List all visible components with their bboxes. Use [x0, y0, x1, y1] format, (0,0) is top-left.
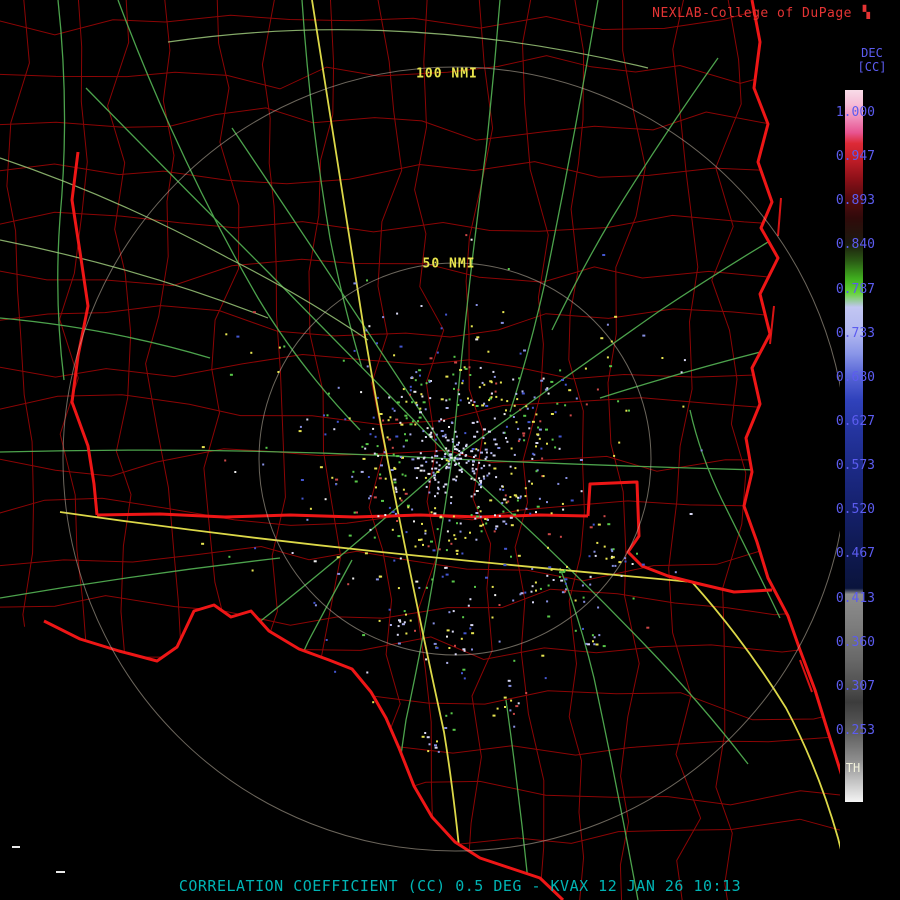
colorbar-tick-label: 0.307: [836, 680, 875, 694]
colorbar-tick-label: 0.467: [836, 547, 875, 561]
colorbar-tick-label: 0.360: [836, 636, 875, 650]
range-ring-label: 50 NMI: [423, 257, 476, 272]
colorbar-threshold-label: TH: [842, 761, 864, 775]
station-glyph-icon: ▚: [863, 5, 870, 19]
colorbar-tick-label: 0.680: [836, 371, 875, 385]
colorbar-tick-label: 0.787: [836, 283, 875, 297]
shore-mark: [12, 846, 20, 848]
colorbar-tick-label: 1.000: [836, 106, 875, 120]
colorbar-tick-label: 0.840: [836, 238, 875, 252]
range-ring-label: 100 NMI: [416, 67, 478, 82]
colorbar-panel: DEC [CC] 1.0000.9470.8930.8400.7870.7330…: [840, 0, 900, 900]
colorbar-tick-label: 0.733: [836, 327, 875, 341]
colorbar-tick-label: 0.520: [836, 503, 875, 517]
shore-mark: [56, 871, 65, 873]
radar-map: [0, 0, 900, 900]
colorbar-tick-label: 0.253: [836, 724, 875, 738]
header-title: NEXLAB-College of DuPage: [652, 6, 852, 21]
status-bar: CORRELATION COEFFICIENT (CC) 0.5 DEG - K…: [20, 877, 900, 895]
colorbar-tick-label: 0.573: [836, 459, 875, 473]
radar-display: NEXLAB-College of DuPage ▚ 100 NMI 50 NMI…: [0, 0, 900, 900]
colorbar-tick-label: 0.627: [836, 415, 875, 429]
roads: [0, 0, 843, 900]
colorbar-tick-label: 0.893: [836, 194, 875, 208]
colorbar-tick-label: 0.413: [836, 592, 875, 606]
colorbar-tick-label: 0.947: [836, 150, 875, 164]
